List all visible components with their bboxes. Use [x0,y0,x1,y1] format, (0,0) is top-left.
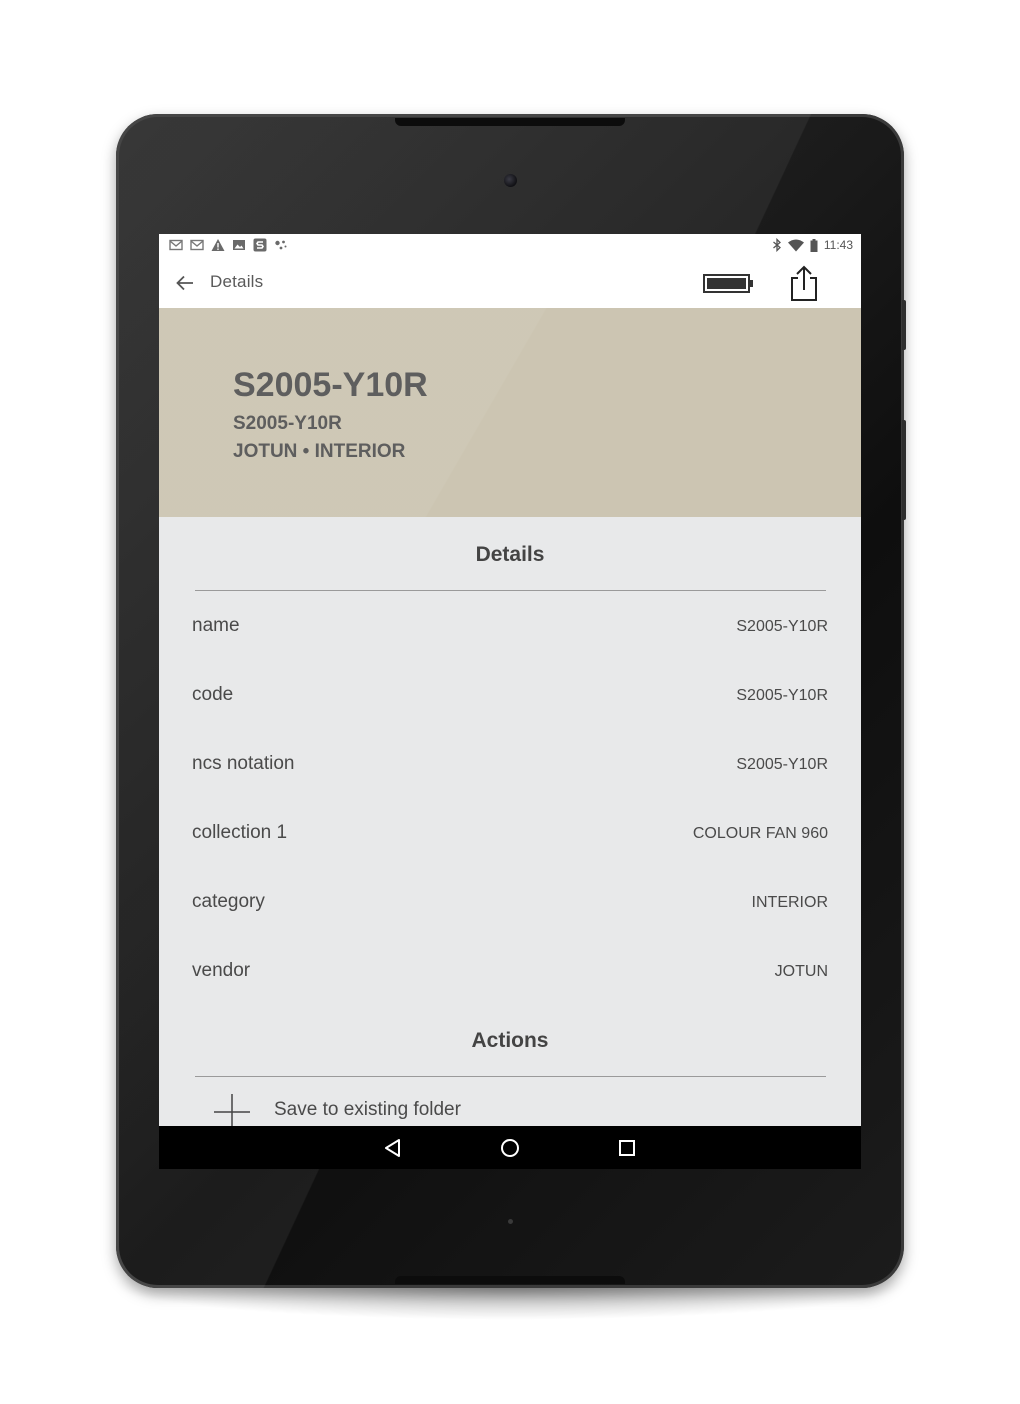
detail-label: ncs notation [192,753,295,774]
front-camera [504,174,517,187]
dots-icon [275,240,287,250]
device-frame: 11:43 Details S2005-Y10R S2005-Y10R JOTU… [0,0,1020,1404]
battery-icon [810,238,818,252]
battery-button[interactable] [703,272,755,296]
save-to-folder-label: Save to existing folder [274,1099,461,1120]
detail-row-code: code S2005-Y10R [159,684,861,753]
detail-row-category: category INTERIOR [159,891,861,960]
detail-value: S2005-Y10R [736,618,828,635]
detail-value: INTERIOR [751,894,828,911]
detail-row-vendor: vendor JOTUN [159,960,861,1029]
share-button[interactable] [787,264,821,302]
color-swatch-header: S2005-Y10R S2005-Y10R JOTUN • INTERIOR [159,308,861,517]
detail-label: collection 1 [192,822,288,843]
arrow-left-icon [176,275,193,291]
bluetooth-icon [772,238,781,252]
volume-button[interactable] [902,420,906,520]
top-speaker [395,118,625,126]
power-button[interactable] [902,300,906,350]
details-divider [195,590,826,591]
color-title: S2005-Y10R [233,366,428,404]
gmail-icon [169,239,183,251]
wifi-icon [787,239,804,251]
detail-row-collection: collection 1 COLOUR FAN 960 [159,822,861,891]
screen: 11:43 Details S2005-Y10R S2005-Y10R JOTU… [159,234,861,1169]
back-button[interactable] [173,271,197,295]
detail-value: JOTUN [774,963,828,980]
detail-row-ncs-notation: ncs notation S2005-Y10R [159,753,861,822]
detail-label: category [192,891,265,912]
share-icon [791,265,817,301]
system-status: 11:43 [772,238,853,252]
clock: 11:43 [823,238,853,252]
details-heading: Details [475,543,545,566]
color-vendor-category: JOTUN • INTERIOR [233,441,406,462]
system-nav-bar [159,1126,861,1169]
notification-icons [169,238,288,252]
detail-row-name: name S2005-Y10R [159,615,861,684]
page-title: Details [210,272,264,291]
status-bar: 11:43 [159,234,861,258]
detail-value: COLOUR FAN 960 [692,825,828,842]
gmail-icon [190,239,204,251]
actions-heading: Actions [471,1029,549,1052]
color-code: S2005-Y10R [233,413,342,434]
detail-value: S2005-Y10R [736,687,828,704]
image-icon [233,240,245,250]
actions-divider [195,1076,826,1077]
app-s-icon [253,238,267,252]
app-bar: Details [159,258,861,309]
bottom-speaker [395,1276,625,1284]
detail-label: code [192,684,234,705]
recents-square-icon[interactable] [616,1137,638,1159]
battery-full-icon [703,274,753,293]
microphone [508,1219,513,1224]
detail-label: vendor [192,960,251,981]
home-circle-icon[interactable] [499,1137,521,1159]
alert-icon [211,239,225,251]
detail-label: name [192,615,240,636]
detail-value: S2005-Y10R [736,756,828,773]
back-triangle-icon[interactable] [382,1137,404,1159]
